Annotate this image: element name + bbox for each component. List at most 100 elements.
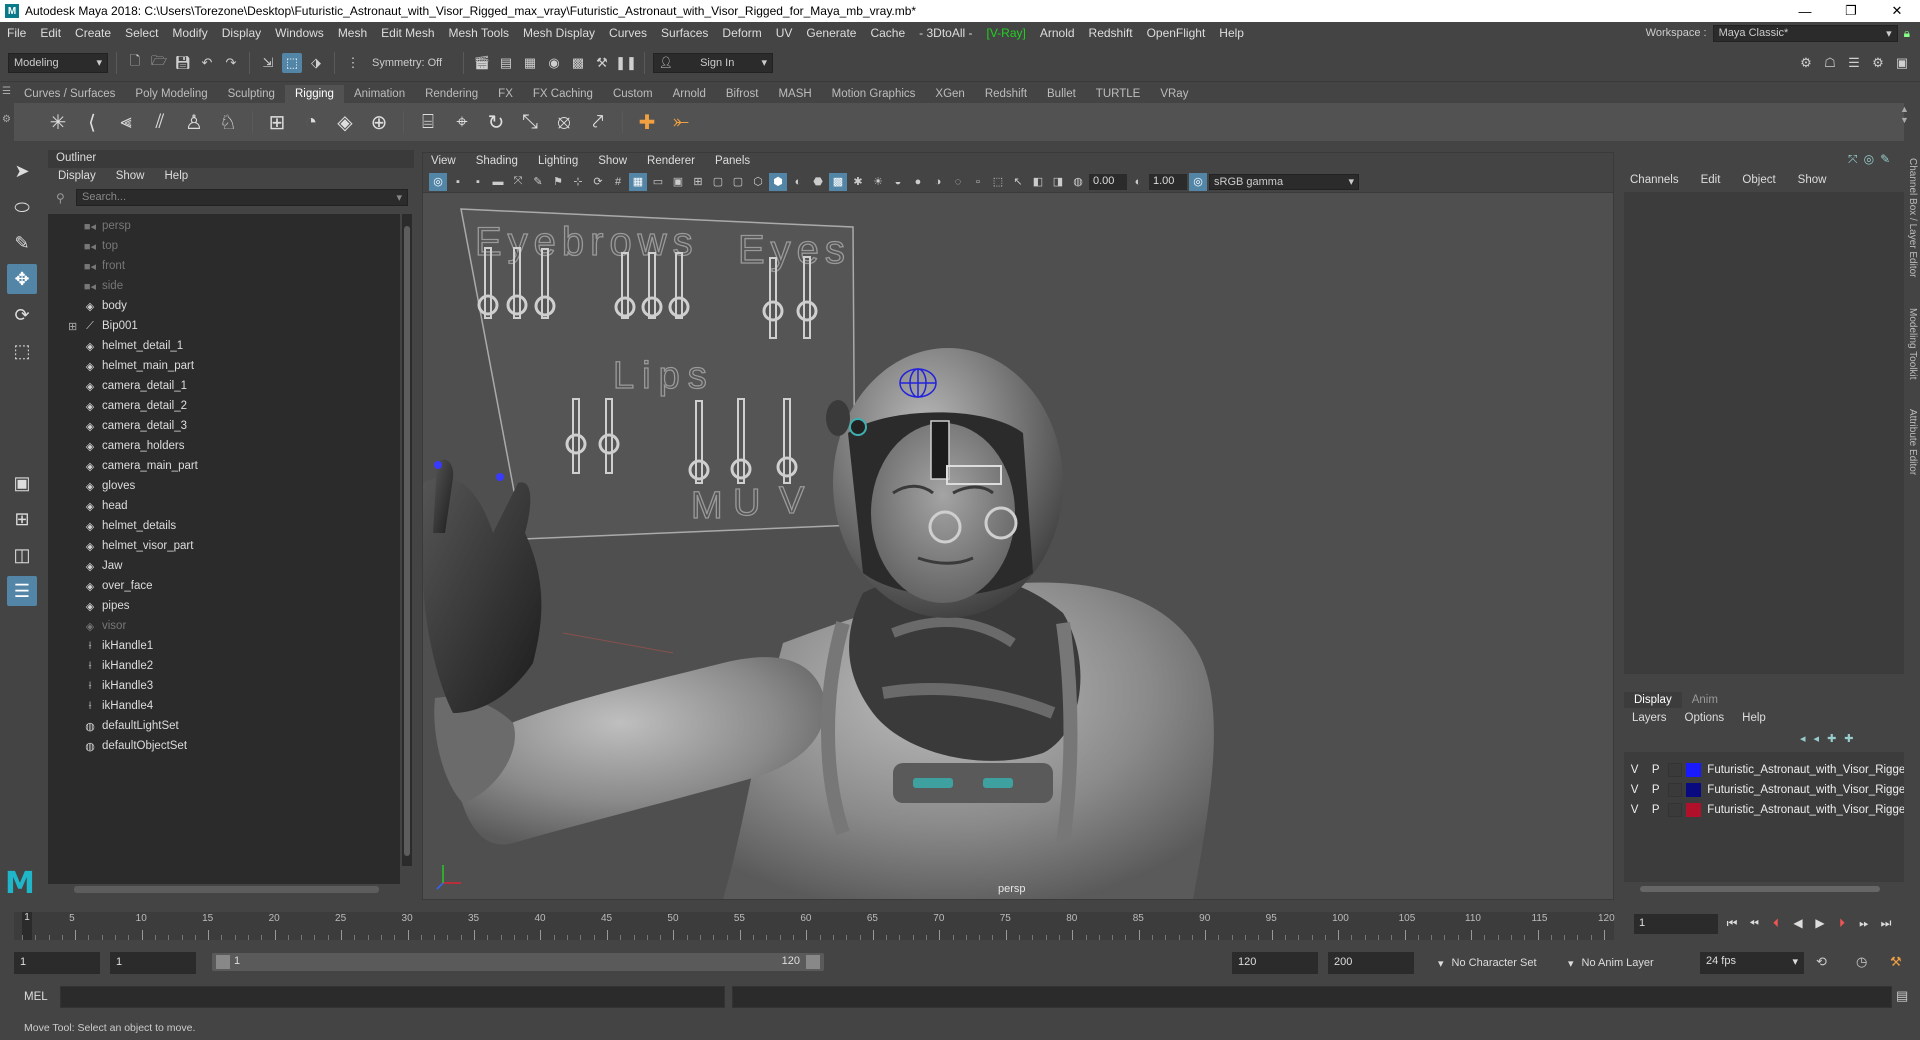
menu-select[interactable]: Select xyxy=(118,26,165,40)
joint-locator-icon[interactable]: ⤜ xyxy=(667,108,695,136)
outliner-item[interactable]: ⟊ ikHandle4 xyxy=(48,696,400,716)
current-frame-field[interactable]: 1 xyxy=(1634,914,1718,934)
wireframe-on-shaded-icon[interactable]: ⬣ xyxy=(809,173,827,191)
outliner-item[interactable]: ◈ visor xyxy=(48,616,400,636)
channel-box-icon[interactable]: ▣ xyxy=(1892,53,1912,73)
layer-color-swatch[interactable] xyxy=(1685,803,1702,817)
perspective-viewport[interactable]: View Shading Lighting Show Renderer Panels ◎ … xyxy=(422,152,1614,900)
sculpt-deformer-icon[interactable]: ⊕ xyxy=(365,108,393,136)
move-tool-icon[interactable]: ✥ xyxy=(7,264,37,294)
menu-surfaces[interactable]: Surfaces xyxy=(654,26,715,40)
grease-pencil-icon[interactable]: ✎ xyxy=(529,173,547,191)
humanik-icon[interactable]: ♙ xyxy=(180,108,208,136)
playback-start-field[interactable]: 1 xyxy=(110,952,196,974)
grid-icon[interactable]: # xyxy=(609,173,627,191)
outliner-item[interactable]: ◍ defaultObjectSet xyxy=(48,736,400,756)
depth-of-field-icon[interactable]: ▫ xyxy=(969,173,987,191)
menu-3dtoall[interactable]: - 3DtoAll - xyxy=(912,26,979,40)
menu-file[interactable]: File xyxy=(0,26,33,40)
search-options-icon[interactable]: ⚲ xyxy=(56,191,65,205)
mel-label[interactable]: MEL xyxy=(24,991,48,1003)
time-ruler[interactable]: 1 5 10 15 20 25 30 35 40 45 50 55 60 65 70 75 80 85 90 95 1… xyxy=(14,912,1615,940)
shelf-tab-custom[interactable]: Custom xyxy=(603,85,663,103)
menu-redshift[interactable]: Redshift xyxy=(1082,26,1140,40)
shelf-tab-rendering[interactable]: Rendering xyxy=(415,85,488,103)
menu-edit-mesh[interactable]: Edit Mesh xyxy=(374,26,441,40)
shelf-menu-icon[interactable]: ☰ ⚙︎ xyxy=(2,85,12,145)
layer-visibility-toggle[interactable]: V xyxy=(1624,804,1645,816)
redo-icon[interactable]: ↷ xyxy=(221,53,241,73)
motion-blur-icon[interactable]: ◑ xyxy=(929,173,947,191)
layer-row[interactable]: V P Futuristic_Astronaut_with_Visor_Rigged xyxy=(1624,800,1904,820)
new-layer-selected-icon[interactable]: ✚ xyxy=(1844,732,1853,745)
select-camera-icon[interactable]: ◎ xyxy=(429,172,447,191)
shelf-tab-rigging[interactable]: Rigging xyxy=(284,85,344,103)
rotate-tool-icon[interactable]: ⟳ xyxy=(7,300,37,330)
open-scene-icon[interactable]: 🗁 xyxy=(149,53,169,73)
gamma-field[interactable]: 1.00 xyxy=(1149,173,1187,190)
layer-playback-toggle[interactable]: P xyxy=(1645,804,1666,816)
outliner-item[interactable]: ◈ body xyxy=(48,296,400,316)
menu-layers[interactable]: Layers xyxy=(1632,712,1667,724)
menu-channels[interactable]: Channels xyxy=(1630,174,1679,186)
lock-icon[interactable]: 🔒︎ xyxy=(1904,26,1910,41)
shelf-tab-fx-caching[interactable]: FX Caching xyxy=(523,85,603,103)
bookmark-flag-icon[interactable]: ⚑ xyxy=(549,173,567,191)
menu-mesh-tools[interactable]: Mesh Tools xyxy=(442,26,516,40)
viewport-menu-renderer[interactable]: Renderer xyxy=(647,155,695,169)
menu-help[interactable]: Help xyxy=(1742,712,1766,724)
use-all-lights-icon[interactable]: ☀︎ xyxy=(869,173,887,191)
lattice-icon[interactable]: ⊞ xyxy=(263,108,291,136)
outliner-item[interactable]: ◈ helmet_main_part xyxy=(48,356,400,376)
character-set-dropdown[interactable]: ▾ No Character Set xyxy=(1432,952,1556,974)
playback-end-field[interactable]: 120 xyxy=(1232,952,1318,974)
two-pane-layout-icon[interactable]: ◫ xyxy=(7,540,37,570)
menu-arnold[interactable]: Arnold xyxy=(1033,26,1082,40)
outliner-menu-show[interactable]: Show xyxy=(116,170,145,184)
tab-display[interactable]: Display xyxy=(1624,692,1682,708)
anti-aliasing-icon[interactable]: ◌ xyxy=(949,173,967,191)
hypershade-icon[interactable]: ▩ xyxy=(568,53,588,73)
scrollbar-thumb[interactable] xyxy=(404,226,410,856)
move-layer-down-icon[interactable]: ◂ xyxy=(1814,732,1820,745)
layer-visibility-toggle[interactable]: V xyxy=(1624,784,1645,796)
script-editor-icon[interactable]: ▤ xyxy=(1896,988,1908,1004)
tab-anim[interactable]: Anim xyxy=(1682,692,1728,708)
range-start-handle[interactable] xyxy=(216,955,230,969)
ik-spline-icon[interactable]: ⫽ xyxy=(146,108,174,136)
symmetry-dropdown[interactable]: Symmetry: Off xyxy=(367,53,455,73)
shelf-tab-redshift[interactable]: Redshift xyxy=(975,85,1037,103)
layer-color-swatch[interactable] xyxy=(1685,763,1702,777)
menu-openflight[interactable]: OpenFlight xyxy=(1140,26,1213,40)
menu-deform[interactable]: Deform xyxy=(715,26,768,40)
xray-joints-icon[interactable]: ↖ xyxy=(1009,173,1027,191)
color-space-dropdown[interactable]: sRGB gamma ▾ xyxy=(1209,173,1359,190)
outliner-item[interactable]: ◈ gloves xyxy=(48,476,400,496)
textured-icon[interactable]: ✱ xyxy=(849,173,867,191)
bind-skin-icon[interactable]: ⌸ xyxy=(414,108,442,136)
layer-display-type[interactable] xyxy=(1668,763,1682,777)
exposure-field[interactable]: 0.00 xyxy=(1089,173,1127,190)
time-slider[interactable]: 1 5 10 15 20 25 30 35 40 45 50 55 60 65 70 75 80 85 90 95 1… xyxy=(14,906,1615,944)
edit-icon[interactable]: ✎ xyxy=(1880,152,1890,167)
shelf-tab-animation[interactable]: Animation xyxy=(344,85,415,103)
film-gate-icon[interactable]: ▦ xyxy=(629,172,647,191)
layer-row[interactable]: V P Futuristic_Astronaut_with_Visor_Rigged xyxy=(1624,760,1904,780)
tab-modeling-toolkit[interactable]: Modeling Toolkit xyxy=(1907,308,1918,380)
viewport-scene[interactable]: Eyebrows Eyes Lips M U V persp xyxy=(423,193,1613,899)
menu-options[interactable]: Options xyxy=(1685,712,1725,724)
expand-icon[interactable]: ⊞ xyxy=(68,320,82,333)
go-to-end-icon[interactable]: ⏭ xyxy=(1876,912,1896,934)
range-end-handle[interactable] xyxy=(806,955,820,969)
new-layer-icon[interactable]: ✚ xyxy=(1827,732,1836,745)
viewport-menu-show[interactable]: Show xyxy=(598,155,627,169)
viewport-menu-view[interactable]: View xyxy=(431,155,456,169)
menu-display[interactable]: Display xyxy=(215,26,268,40)
step-back-key-icon[interactable]: ⏪︎ xyxy=(1744,912,1764,934)
field-chart-icon[interactable]: ⊞ xyxy=(689,173,707,191)
menu-curves[interactable]: Curves xyxy=(602,26,654,40)
pause-icon[interactable]: ❚❚ xyxy=(615,53,637,73)
outliner-item[interactable]: ◈ camera_detail_1 xyxy=(48,376,400,396)
outliner-vertical-scrollbar[interactable] xyxy=(402,214,412,866)
workspace-dropdown[interactable]: Maya Classic* ▾ xyxy=(1712,24,1898,42)
